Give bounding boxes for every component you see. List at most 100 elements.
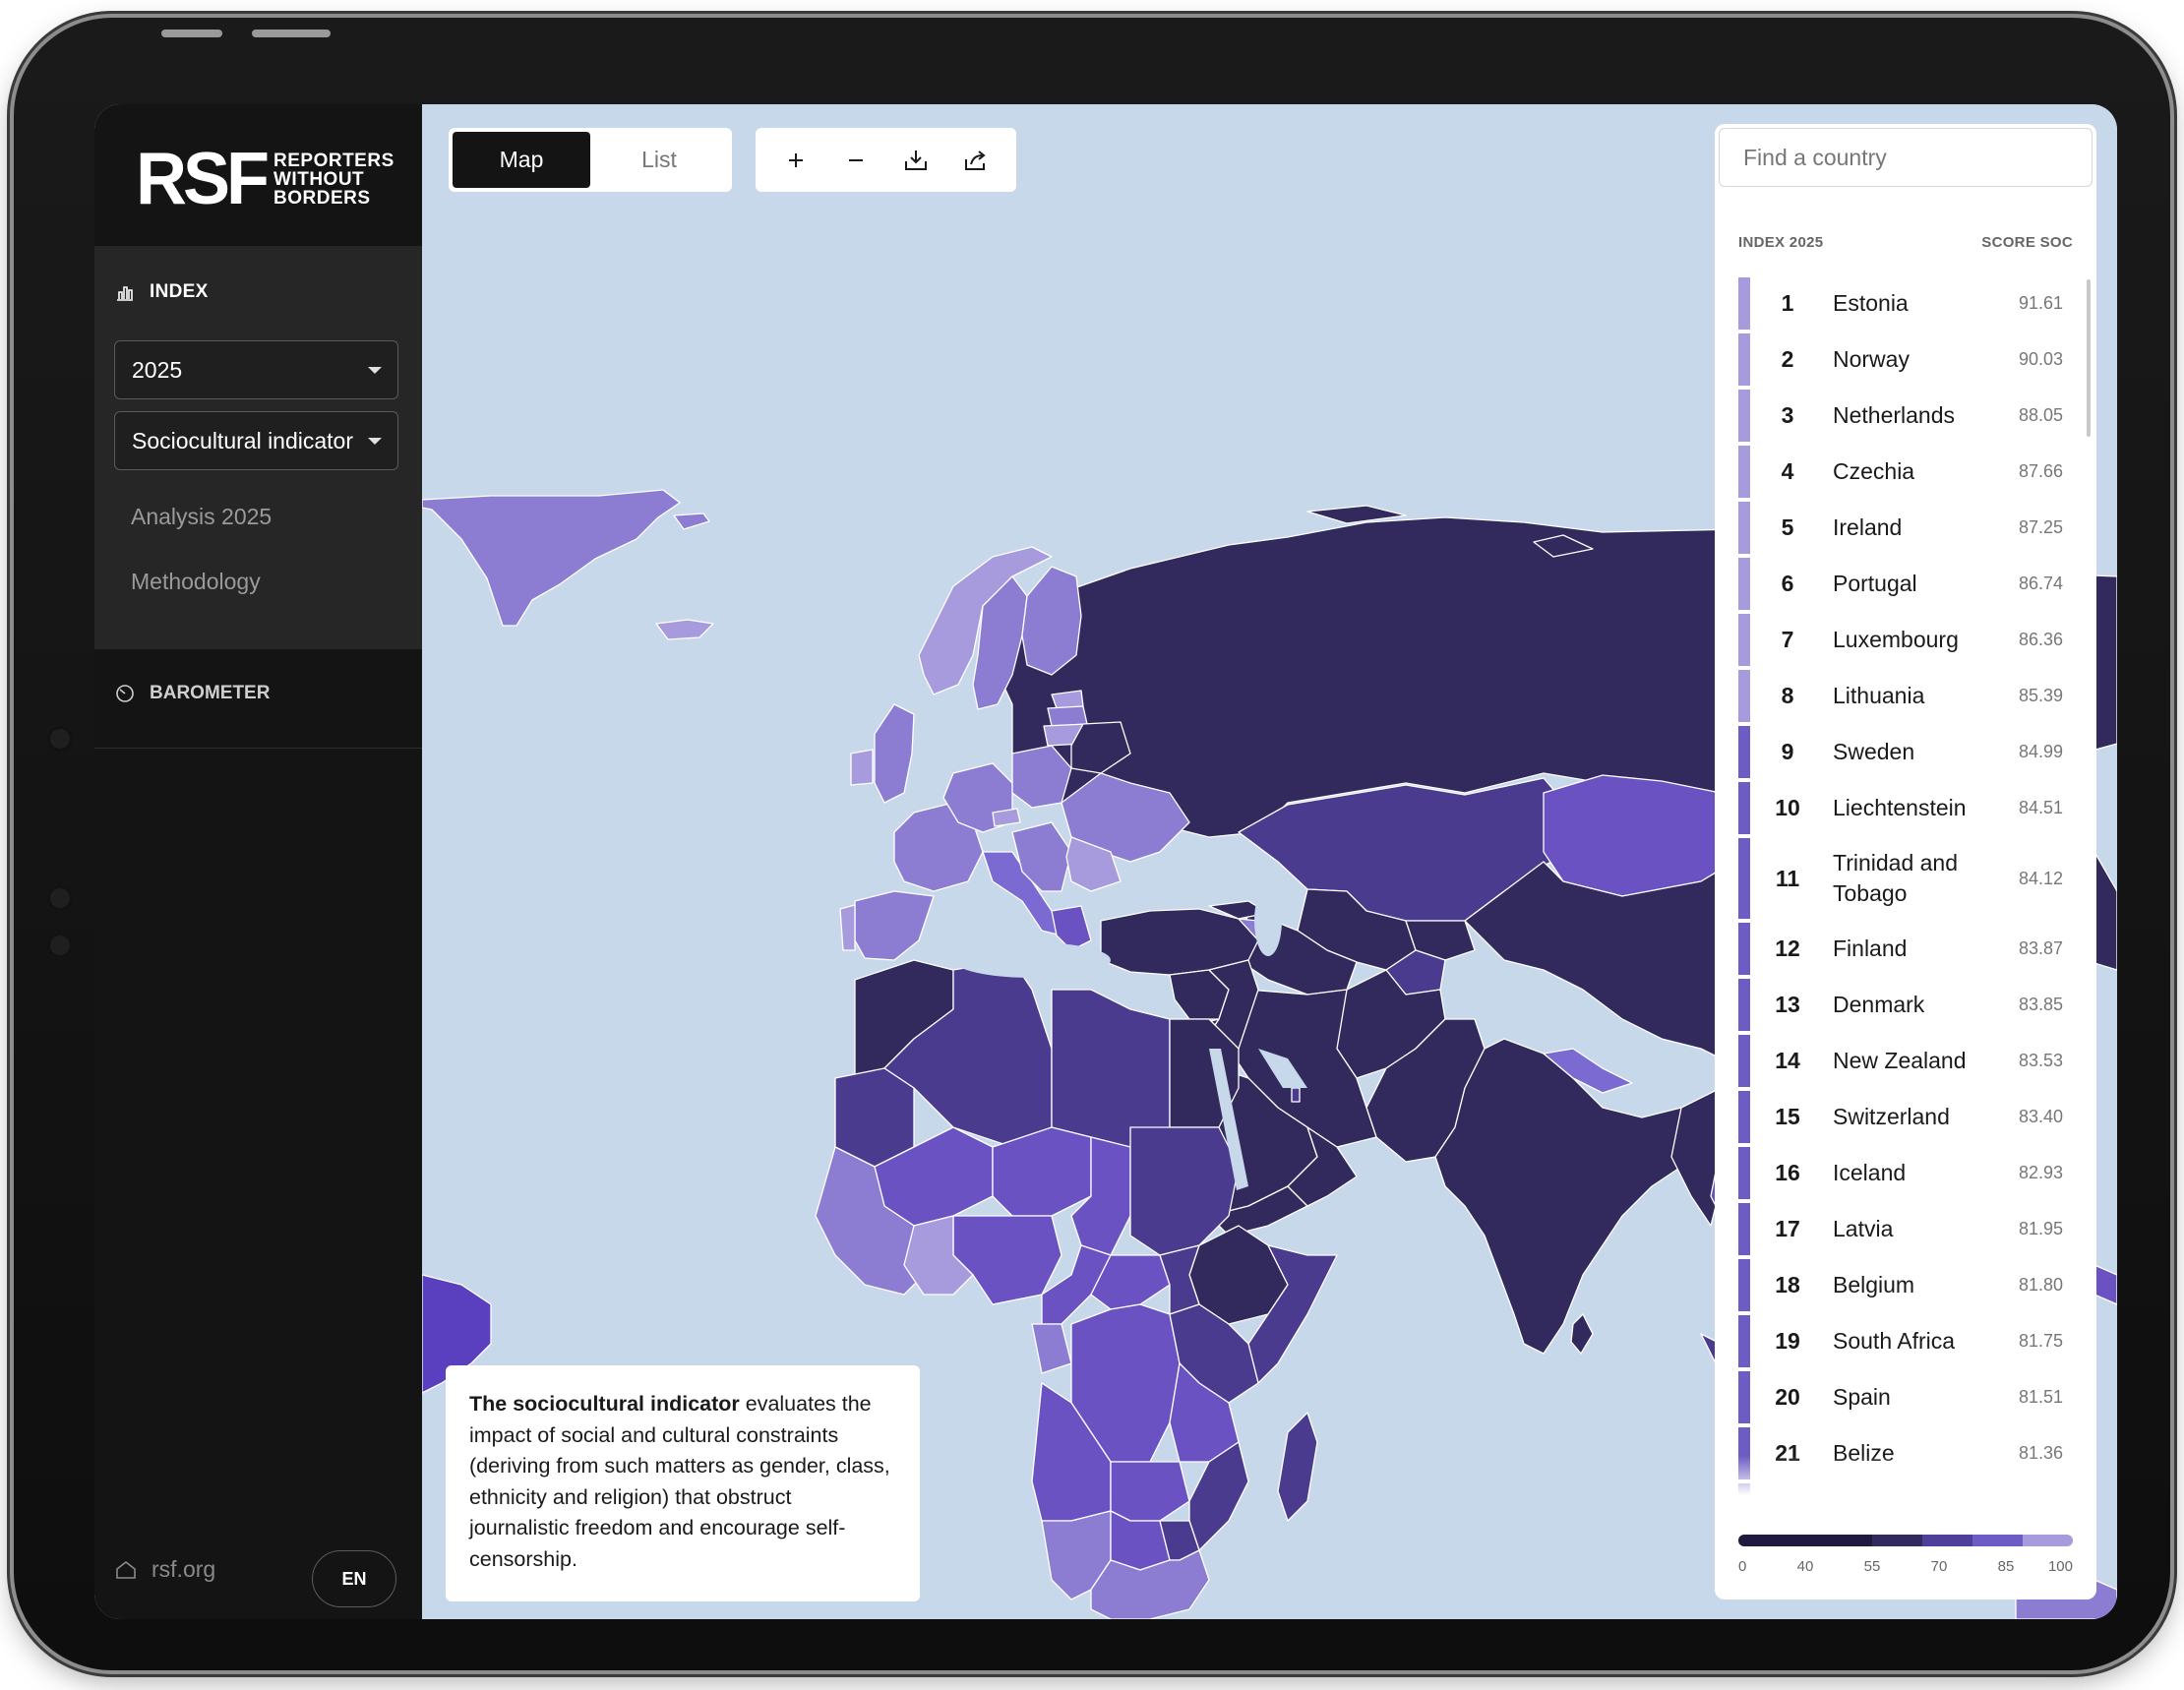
nav-index[interactable]: INDEX xyxy=(114,281,209,303)
country-portugal xyxy=(839,904,856,951)
ranking-row[interactable]: 20 Spain 81.51 xyxy=(1738,1369,2073,1425)
ranking-score: 84.99 xyxy=(2018,742,2063,761)
ranking-rank: 9 xyxy=(1781,739,1794,764)
ranking-list[interactable]: 1 Estonia 91.61 2 Norway 90.03 3 Netherlands 88.… xyxy=(1738,275,2073,1495)
share-button[interactable] xyxy=(956,141,996,180)
ranking-score: 81.95 xyxy=(2018,1219,2063,1238)
zoom-in-button[interactable] xyxy=(776,141,816,180)
ranking-score: 84.51 xyxy=(2018,798,2063,817)
link-methodology[interactable]: Methodology xyxy=(131,569,261,595)
indicator-select[interactable]: Sociocultural indicator xyxy=(114,411,398,470)
column-score-header: SCORE SOC xyxy=(1981,234,2073,251)
ranking-score: 86.36 xyxy=(2018,630,2063,649)
ranking-row[interactable]: 6 Portugal 86.74 xyxy=(1738,556,2073,612)
ranking-country: Sweden xyxy=(1833,739,1915,764)
ranking-rank: 14 xyxy=(1775,1048,1800,1073)
ranking-country: Netherlands xyxy=(1833,402,1956,428)
site-link-label: rsf.org xyxy=(152,1556,216,1582)
ranking-row[interactable]: 1 Estonia 91.61 xyxy=(1738,275,2073,332)
ranking-country: New Zealand xyxy=(1833,1048,1967,1073)
tablet-frame: RSF REPORTERS WITHOUT BORDERS INDEX 2025 xyxy=(14,18,2170,1670)
ranking-color-bar xyxy=(1738,923,1750,975)
ranking-country: Lithuania xyxy=(1833,683,1925,708)
ranking-row[interactable]: 12 Finland 83.87 xyxy=(1738,921,2073,977)
rsf-logo[interactable]: RSF REPORTERS WITHOUT BORDERS xyxy=(136,138,422,220)
ranking-country: Switzerland xyxy=(1833,1104,1950,1129)
legend-tick-label: 0 xyxy=(1738,1558,1747,1575)
ranking-rank: 16 xyxy=(1775,1160,1800,1185)
tab-map[interactable]: Map xyxy=(453,132,590,188)
sidebar: RSF REPORTERS WITHOUT BORDERS INDEX 2025 xyxy=(94,104,422,1619)
ranking-fade xyxy=(1738,1456,2073,1495)
ranking-row[interactable]: 14 New Zealand 83.53 xyxy=(1738,1033,2073,1089)
ranking-row[interactable]: 5 Ireland 87.25 xyxy=(1738,500,2073,556)
legend-tick-label: 85 xyxy=(1997,1558,2015,1575)
ranking-scrollbar[interactable] xyxy=(2087,279,2091,437)
share-icon xyxy=(965,150,986,170)
nav-barometer[interactable]: BAROMETER xyxy=(114,683,270,704)
language-button[interactable]: EN xyxy=(312,1550,396,1607)
ranking-color-bar xyxy=(1738,1035,1750,1087)
ranking-row[interactable]: 18 Belgium 81.80 xyxy=(1738,1257,2073,1313)
ranking-row[interactable]: 4 Czechia 87.66 xyxy=(1738,444,2073,500)
home-icon xyxy=(116,1560,136,1579)
download-button[interactable] xyxy=(896,141,936,180)
tab-list[interactable]: List xyxy=(590,132,728,188)
ranking-row[interactable]: 10 Liechtenstein 84.51 xyxy=(1738,780,2073,836)
ranking-score: 88.05 xyxy=(2018,405,2063,425)
site-link[interactable]: rsf.org xyxy=(114,1556,215,1583)
ranking-score: 81.51 xyxy=(2018,1387,2063,1407)
indicator-description-title: The sociocultural indicator xyxy=(469,1392,740,1416)
ranking-row[interactable]: 8 Lithuania 85.39 xyxy=(1738,668,2073,724)
ranking-rank: 17 xyxy=(1775,1216,1800,1241)
ranking-score: 87.25 xyxy=(2018,517,2063,537)
black-sea xyxy=(1116,877,1194,905)
index-panel: INDEX 2025 Sociocultural indicator Analy… xyxy=(94,246,422,649)
ranking-rank: 15 xyxy=(1775,1104,1800,1129)
logo-wordmark: REPORTERS WITHOUT BORDERS xyxy=(273,151,422,208)
ranking-color-bar xyxy=(1738,1259,1750,1311)
year-select[interactable]: 2025 xyxy=(114,340,398,399)
ranking-row[interactable]: 19 South Africa 81.75 xyxy=(1738,1313,2073,1369)
nav-index-label: INDEX xyxy=(150,281,209,302)
country-mauritania xyxy=(834,1067,915,1168)
sidebar-divider xyxy=(94,748,422,749)
ranking-score: 87.66 xyxy=(2018,461,2063,481)
ranking-country: Luxembourg xyxy=(1833,627,1959,652)
ranking-rank: 8 xyxy=(1781,683,1794,708)
zoom-out-button[interactable] xyxy=(836,141,876,180)
indicator-select-value: Sociocultural indicator xyxy=(132,427,354,453)
ranking-row[interactable]: 13 Denmark 83.85 xyxy=(1738,977,2073,1033)
ranking-row[interactable]: 15 Switzerland 83.40 xyxy=(1738,1089,2073,1145)
ranking-color-bar xyxy=(1738,1371,1750,1423)
legend-tick-label: 55 xyxy=(1863,1558,1881,1575)
ranking-country: Spain xyxy=(1833,1384,1891,1410)
country-search-input[interactable]: Find a country xyxy=(1719,128,2093,187)
ranking-rank: 12 xyxy=(1775,936,1800,961)
ranking-color-bar xyxy=(1738,333,1750,386)
ranking-color-bar xyxy=(1738,277,1750,330)
ranking-country: Estonia xyxy=(1833,290,1909,316)
ranking-row[interactable]: 17 Latvia 81.95 xyxy=(1738,1201,2073,1257)
ranking-row[interactable]: 2 Norway 90.03 xyxy=(1738,332,2073,388)
ranking-row[interactable]: 11 Trinidad and Tobago 84.12 xyxy=(1738,836,2073,921)
logo-mark: RSF xyxy=(136,138,270,220)
ranking-row[interactable]: 3 Netherlands 88.05 xyxy=(1738,388,2073,444)
ranking-row[interactable]: 9 Sweden 84.99 xyxy=(1738,724,2073,780)
indicator-description-text: evaluates the impact of social and cultu… xyxy=(469,1392,890,1571)
view-toggle: Map List xyxy=(449,128,732,192)
ranking-row[interactable]: 7 Luxembourg 86.36 xyxy=(1738,612,2073,668)
country-ireland xyxy=(850,749,874,786)
ranking-country: Iceland xyxy=(1833,1160,1907,1185)
ranking-rank: 10 xyxy=(1775,795,1800,820)
ranking-color-bar xyxy=(1738,726,1750,778)
ranking-country: South Africa xyxy=(1833,1328,1956,1354)
ranking-country: Finland xyxy=(1833,936,1908,961)
ranking-score: 83.53 xyxy=(2018,1051,2063,1070)
ranking-score: 86.74 xyxy=(2018,573,2063,593)
ranking-score: 81.80 xyxy=(2018,1275,2063,1295)
ranking-color-bar xyxy=(1738,1203,1750,1255)
ranking-row[interactable]: 16 Iceland 82.93 xyxy=(1738,1145,2073,1201)
ranking-color-bar xyxy=(1738,782,1750,834)
link-analysis[interactable]: Analysis 2025 xyxy=(131,504,272,530)
